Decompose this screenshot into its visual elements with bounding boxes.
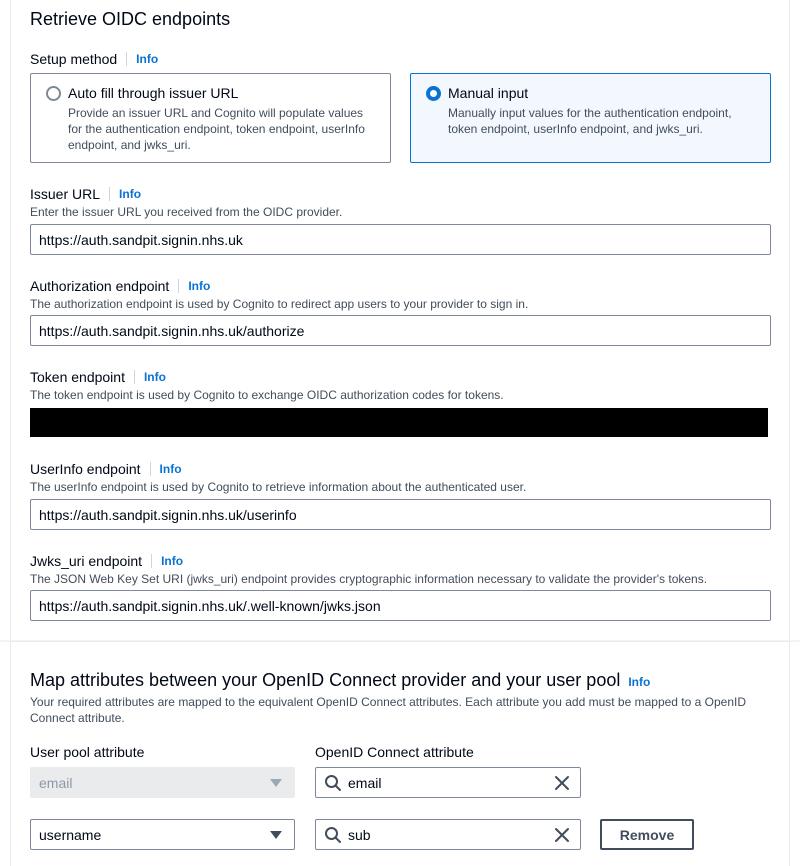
radio-tile-auto-fill[interactable]: Auto fill through issuer URL Provide an … [30,73,391,163]
oidc-attribute-input[interactable]: email [315,767,581,798]
remove-button[interactable]: Remove [600,819,694,850]
token-endpoint-desc: The token endpoint is used by Cognito to… [30,388,504,402]
info-link[interactable]: Info [151,554,183,568]
token-endpoint-label: Token endpoint Info [30,369,166,385]
auto-fill-desc: Provide an issuer URL and Cognito will p… [68,106,365,152]
info-link[interactable]: Info [178,279,210,293]
auto-fill-title: Auto fill through issuer URL [68,85,239,101]
authorization-endpoint-label: Authorization endpoint Info [30,278,210,294]
jwks-uri-endpoint-desc: The JSON Web Key Set URI (jwks_uri) endp… [30,572,708,586]
oidc-attribute-value: sub [348,826,371,843]
userinfo-endpoint-input[interactable]: https://auth.sandpit.signin.nhs.uk/useri… [30,499,771,530]
userinfo-endpoint-text: UserInfo endpoint [30,461,141,477]
search-icon [325,826,341,843]
jwks-uri-endpoint-text: Jwks_uri endpoint [30,553,143,569]
manual-input-desc: Manually input values for the authentica… [448,106,732,136]
caret-down-icon [270,830,282,839]
info-link[interactable]: Info [126,52,158,66]
info-link[interactable]: Info [149,462,182,476]
mapping-title-text: Map attributes between your OpenID Conne… [30,670,621,690]
user-pool-attribute-value: email [39,774,73,791]
jwks-uri-endpoint-label: Jwks_uri endpoint Info [30,553,183,569]
token-endpoint-text: Token endpoint [30,369,125,385]
radio-auto-fill[interactable] [46,86,61,101]
user-pool-attribute-select[interactable]: username [30,819,295,850]
authorization-endpoint-desc: The authorization endpoint is used by Co… [30,297,529,311]
oidc-attribute-value: email [348,774,382,791]
oidc-attribute-input[interactable]: sub [315,819,581,850]
mapping-title: Map attributes between your OpenID Conne… [30,670,650,691]
issuer-url-text: Issuer URL [30,186,101,202]
caret-down-icon [270,778,282,787]
user-pool-attribute-value: username [39,826,102,843]
mapping-desc: Your required attributes are mapped to t… [30,695,746,725]
setup-method-label: Setup method Info [30,51,158,67]
clear-icon[interactable] [554,827,570,843]
user-pool-attribute-header: User pool attribute [30,744,145,760]
authorization-endpoint-text: Authorization endpoint [30,278,170,294]
section-title: Retrieve OIDC endpoints [30,9,231,29]
oidc-attribute-header: OpenID Connect attribute [315,744,474,760]
manual-input-title: Manual input [448,85,529,101]
info-link[interactable]: Info [628,675,650,689]
userinfo-endpoint-desc: The userInfo endpoint is used by Cognito… [30,480,527,494]
token-endpoint-input-redacted[interactable] [30,408,768,437]
search-icon [325,774,341,791]
radio-manual-input[interactable] [426,86,441,101]
user-pool-attribute-select: email [30,767,295,798]
authorization-endpoint-input[interactable]: https://auth.sandpit.signin.nhs.uk/autho… [30,315,771,346]
clear-icon[interactable] [554,775,570,791]
issuer-url-label: Issuer URL Info [30,186,141,202]
issuer-url-input[interactable]: https://auth.sandpit.signin.nhs.uk [30,224,771,255]
issuer-url-desc: Enter the issuer URL you received from t… [30,205,343,219]
jwks-uri-endpoint-input[interactable]: https://auth.sandpit.signin.nhs.uk/.well… [30,590,771,621]
info-link[interactable]: Info [133,370,166,384]
userinfo-endpoint-label: UserInfo endpoint Info [30,461,182,477]
setup-method-text: Setup method [30,51,118,67]
radio-tile-manual-input[interactable]: Manual input Manually input values for t… [410,73,771,163]
info-link[interactable]: Info [109,187,141,201]
